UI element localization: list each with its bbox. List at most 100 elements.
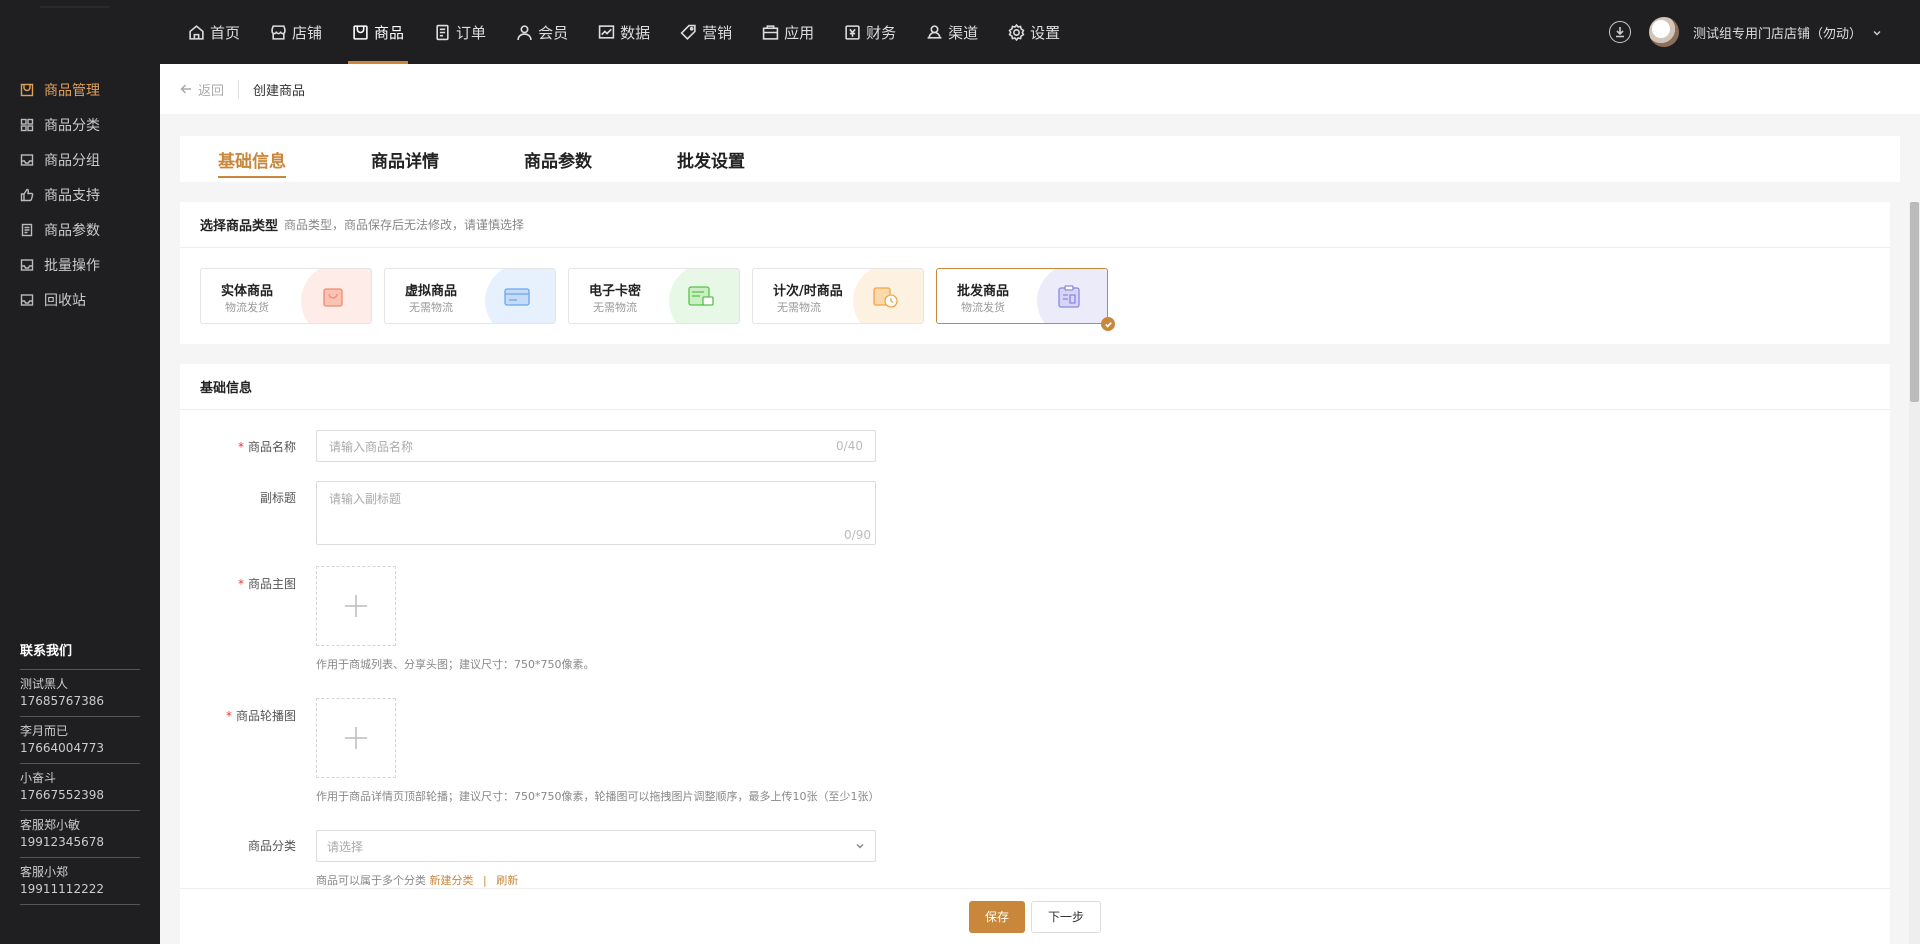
tab-wholesale-settings[interactable]: 批发设置	[677, 136, 745, 182]
main-image-upload[interactable]	[316, 566, 396, 646]
type-option-timed[interactable]: 计次/时商品 无需物流	[752, 268, 924, 324]
nav-label: 数据	[620, 23, 651, 42]
nav-item-home[interactable]: 首页	[178, 0, 250, 64]
subtitle-label: 副标题	[259, 491, 296, 505]
category-help-text: 商品可以属于多个分类	[316, 874, 426, 887]
tab-goods-params[interactable]: 商品参数	[524, 136, 592, 182]
check-icon	[1101, 317, 1115, 331]
goods-name-input[interactable]: 请输入商品名称 0/40	[316, 430, 876, 462]
sidebar-item-goods-management[interactable]: 商品管理	[0, 72, 160, 107]
nav-item-channel[interactable]: 渠道	[916, 0, 988, 64]
nav-item-goods[interactable]: 商品	[342, 0, 414, 64]
nav-item-data[interactable]: 数据	[588, 0, 660, 64]
category-select[interactable]: 请选择	[316, 830, 876, 862]
card-icon	[504, 288, 530, 306]
goods-type-options: 实体商品 物流发货 虚拟商品 无需物流 电子卡密 无需物流 计次/时商品 无需物…	[200, 268, 1120, 331]
type-desc: 无需物流	[593, 301, 637, 314]
sidebar-item-label: 商品参数	[44, 222, 100, 239]
store-icon	[271, 24, 286, 40]
type-option-virtual[interactable]: 虚拟商品 无需物流	[384, 268, 556, 324]
sidebar-item-group[interactable]: 商品分组	[0, 142, 160, 177]
type-desc: 物流发货	[961, 301, 1005, 314]
store-name[interactable]: 测试组专用门店店铺（勿动）	[1693, 23, 1862, 42]
back-button[interactable]: 返回	[180, 79, 240, 99]
carousel-upload[interactable]	[316, 698, 396, 778]
nav-item-member[interactable]: 会员	[506, 0, 578, 64]
refresh-link[interactable]: 刷新	[496, 874, 518, 887]
download-icon[interactable]	[1608, 21, 1631, 43]
contact-name: 客服郑小敏	[20, 818, 81, 832]
next-step-button[interactable]: 下一步	[1031, 900, 1102, 933]
top-navbar: 首页 店铺 商品 订单 会员 数据 营销 应用 财务 渠道 设置 测试组专用门店…	[0, 0, 1920, 64]
logo-placeholder	[40, 6, 110, 8]
thumbs-up-icon	[20, 188, 34, 201]
type-option-physical[interactable]: 实体商品 物流发货	[200, 268, 372, 324]
nav-item-finance[interactable]: 财务	[834, 0, 906, 64]
type-option-ecard[interactable]: 电子卡密 无需物流	[568, 268, 740, 324]
main-content: 返回 创建商品 基础信息 商品详情 商品参数 批发设置 选择商品类型 商品类型，…	[160, 64, 1920, 944]
nav-label: 首页	[210, 23, 241, 42]
sidebar-item-support[interactable]: 商品支持	[0, 177, 160, 212]
section-header: 选择商品类型 商品类型，商品保存后无法修改，请谨慎选择	[180, 202, 1890, 248]
nav-label: 设置	[1030, 23, 1061, 42]
sidebar-item-label: 商品分类	[44, 117, 100, 134]
contact-phone: 17685767386	[20, 694, 104, 708]
nav-item-app[interactable]: 应用	[752, 0, 824, 64]
carousel-help: 作用于商品详情页顶部轮播；建议尺寸：750*750像素，轮播图可以拖拽图片调整顺…	[316, 790, 880, 803]
user-area: 测试组专用门店店铺（勿动）	[1608, 0, 1882, 64]
subtitle-input[interactable]: 请输入副标题 0/90	[316, 481, 876, 545]
nav-item-order[interactable]: 订单	[424, 0, 496, 64]
field-label: * 商品轮播图	[180, 707, 296, 724]
app-icon	[762, 24, 779, 40]
sidebar-item-recycle[interactable]: 回收站	[0, 282, 160, 317]
nav-label: 店铺	[292, 23, 323, 42]
placeholder: 请输入副标题	[329, 492, 402, 506]
sidebar: 商品管理 商品分类 商品分组 商品支持 商品参数 批量操作 回收站 联系我们 测…	[0, 64, 160, 944]
type-name: 批发商品	[957, 284, 1010, 299]
chevron-down-icon[interactable]	[1872, 27, 1882, 37]
scrollbar-thumb[interactable]	[1910, 202, 1919, 402]
page-title: 创建商品	[253, 83, 306, 99]
save-button[interactable]: 保存	[968, 900, 1025, 933]
sidebar-item-params[interactable]: 商品参数	[0, 212, 160, 247]
form-footer: 保存 下一步	[180, 888, 1890, 944]
tab-basic-info[interactable]: 基础信息	[218, 136, 286, 182]
main-nav: 首页 店铺 商品 订单 会员 数据 营销 应用 财务 渠道 设置	[178, 0, 1080, 64]
order-icon	[436, 24, 449, 40]
nav-item-store[interactable]: 店铺	[260, 0, 332, 64]
goods-icon	[353, 24, 368, 40]
nav-item-marketing[interactable]: 营销	[670, 0, 742, 64]
tabs: 基础信息 商品详情 商品参数 批发设置	[180, 136, 1900, 182]
placeholder: 请选择	[327, 839, 364, 854]
type-name: 电子卡密	[589, 284, 642, 299]
required-mark: *	[237, 577, 244, 591]
channel-icon	[927, 24, 942, 39]
section-hint: 商品类型，商品保存后无法修改，请谨慎选择	[284, 218, 525, 232]
type-option-wholesale[interactable]: 批发商品 物流发货	[936, 268, 1115, 331]
section-title: 选择商品类型	[200, 219, 279, 234]
inbox-icon	[20, 293, 34, 306]
carousel-label: 商品轮播图	[235, 709, 296, 723]
type-desc: 物流发货	[225, 301, 269, 314]
nav-item-settings[interactable]: 设置	[998, 0, 1070, 64]
type-name: 计次/时商品	[773, 284, 843, 299]
field-label: * 商品主图	[180, 575, 296, 592]
sidebar-item-batch[interactable]: 批量操作	[0, 247, 160, 282]
contact-item: 客服郑小敏 19912345678	[20, 811, 140, 858]
new-category-link[interactable]: 新建分类	[430, 874, 474, 887]
inbox-icon	[20, 258, 34, 271]
inbox-icon	[20, 153, 34, 166]
field-label: 副标题	[180, 489, 296, 506]
tab-goods-detail[interactable]: 商品详情	[371, 136, 439, 182]
avatar[interactable]	[1648, 17, 1679, 47]
sidebar-item-category[interactable]: 商品分类	[0, 107, 160, 142]
contact-name: 小奋斗	[20, 771, 57, 785]
sidebar-item-label: 商品分组	[44, 152, 100, 169]
member-icon	[517, 24, 532, 40]
contact-item: 李月而已 17664004773	[20, 717, 140, 764]
link-separator: |	[483, 874, 487, 887]
ecard-icon	[688, 286, 714, 306]
main-image-label: 商品主图	[247, 577, 296, 591]
required-mark: *	[237, 440, 244, 454]
nav-label: 商品	[374, 23, 405, 42]
